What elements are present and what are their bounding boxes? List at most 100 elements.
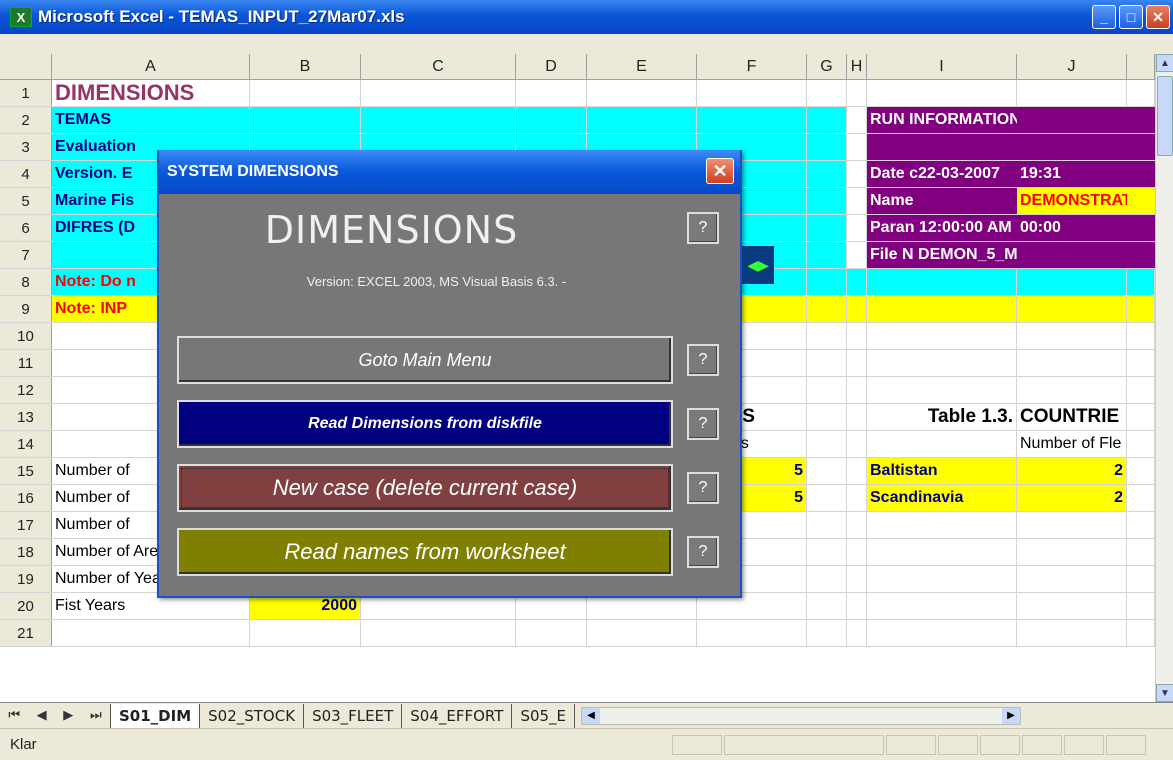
new-case-button[interactable]: New case (delete current case) — [177, 464, 673, 512]
cell[interactable]: Table 1.3. — [867, 404, 1017, 430]
scroll-down-icon[interactable]: ▼ — [1156, 684, 1173, 702]
column-header-d[interactable]: D — [516, 54, 587, 80]
cell[interactable] — [807, 80, 847, 106]
cell[interactable]: DEMONSTRATION EXAMPLE — [1017, 188, 1155, 214]
cell[interactable] — [867, 593, 1017, 619]
row-header[interactable]: 3 — [0, 134, 52, 160]
cell[interactable] — [847, 620, 867, 646]
column-header-a[interactable]: A — [52, 54, 250, 80]
column-header-e[interactable]: E — [587, 54, 697, 80]
cell[interactable]: Baltistan — [867, 458, 1017, 484]
cell[interactable] — [1017, 566, 1127, 592]
cell[interactable] — [847, 593, 867, 619]
row-header[interactable]: 6 — [0, 215, 52, 241]
row-header[interactable]: 19 — [0, 566, 52, 592]
cell[interactable]: Scandinavia — [867, 485, 1017, 511]
cell[interactable] — [587, 107, 697, 133]
cell[interactable] — [847, 512, 867, 538]
cell[interactable]: 2 — [1017, 485, 1127, 511]
cell[interactable] — [867, 377, 1017, 403]
cell[interactable]: 00:00 — [1017, 215, 1127, 241]
cell[interactable] — [1127, 593, 1155, 619]
cell[interactable] — [807, 296, 847, 322]
cell[interactable]: DIMENSIONS — [52, 80, 250, 106]
cell[interactable] — [1127, 188, 1155, 214]
goto-main-menu-button[interactable]: Goto Main Menu — [177, 336, 673, 384]
cell[interactable] — [516, 620, 587, 646]
cell[interactable] — [1017, 377, 1127, 403]
macro-arrow-icon[interactable]: ◀▶ — [742, 246, 774, 284]
cell[interactable] — [1017, 593, 1127, 619]
select-all-corner[interactable] — [0, 54, 52, 80]
row-header[interactable]: 7 — [0, 242, 52, 268]
scroll-thumb[interactable] — [1157, 76, 1173, 156]
cell[interactable] — [807, 431, 847, 457]
cell[interactable] — [1127, 431, 1155, 457]
cell[interactable] — [847, 161, 867, 187]
cell[interactable] — [847, 242, 867, 268]
cell[interactable] — [361, 620, 516, 646]
cell[interactable] — [1127, 620, 1155, 646]
cell[interactable] — [697, 620, 807, 646]
cell[interactable] — [867, 620, 1017, 646]
cell[interactable] — [1127, 566, 1155, 592]
dialog-close-button[interactable]: ✕ — [706, 158, 734, 184]
cell[interactable] — [807, 458, 847, 484]
close-button[interactable]: ✕ — [1146, 5, 1170, 29]
row-header[interactable]: 12 — [0, 377, 52, 403]
cell[interactable] — [867, 80, 1017, 106]
cell[interactable] — [847, 323, 867, 349]
cell[interactable] — [1017, 242, 1127, 268]
cell[interactable] — [697, 107, 807, 133]
cell[interactable] — [847, 431, 867, 457]
cell[interactable] — [807, 620, 847, 646]
cell[interactable] — [1017, 107, 1127, 133]
tab-s02-stock[interactable]: S02_STOCK — [200, 703, 305, 728]
cell[interactable] — [361, 107, 516, 133]
cell[interactable] — [807, 161, 847, 187]
cell[interactable] — [1127, 242, 1155, 268]
cell[interactable] — [847, 485, 867, 511]
cell[interactable] — [807, 539, 847, 565]
cell[interactable] — [1127, 350, 1155, 376]
cell[interactable] — [1127, 458, 1155, 484]
maximize-button[interactable]: □ — [1119, 5, 1143, 29]
row-header[interactable]: 8 — [0, 269, 52, 295]
cell[interactable] — [1017, 512, 1127, 538]
cell[interactable] — [250, 80, 361, 106]
row-header[interactable]: 17 — [0, 512, 52, 538]
cell[interactable] — [807, 350, 847, 376]
cell[interactable]: Date c22-03-2007 — [867, 161, 1017, 187]
cell[interactable] — [807, 188, 847, 214]
read-names-button[interactable]: Read names from worksheet — [177, 528, 673, 576]
cell[interactable] — [587, 80, 697, 106]
first-sheet-icon[interactable]: ⏮ — [8, 708, 20, 723]
next-sheet-icon[interactable]: ▶ — [63, 708, 73, 723]
cell[interactable] — [867, 539, 1017, 565]
cell[interactable] — [1017, 80, 1127, 106]
cell[interactable] — [52, 620, 250, 646]
cell[interactable] — [1017, 350, 1127, 376]
cell[interactable]: RUN INFORMATION: — [867, 107, 1026, 133]
row-header[interactable]: 11 — [0, 350, 52, 376]
cell[interactable] — [807, 485, 847, 511]
column-header-j[interactable]: J — [1017, 54, 1127, 80]
cell[interactable] — [847, 107, 867, 133]
cell[interactable] — [697, 80, 807, 106]
row-header[interactable]: 21 — [0, 620, 52, 646]
tab-s01-dim[interactable]: S01_DIM — [110, 703, 201, 728]
cell[interactable] — [1127, 404, 1155, 430]
cell[interactable] — [847, 296, 867, 322]
cell[interactable] — [847, 269, 867, 295]
help-read-dimensions-button[interactable]: ? — [687, 408, 719, 440]
cell[interactable] — [807, 566, 847, 592]
cell[interactable] — [807, 323, 847, 349]
cell[interactable] — [807, 269, 847, 295]
cell[interactable] — [847, 404, 867, 430]
cell[interactable] — [516, 80, 587, 106]
read-dimensions-button[interactable]: Read Dimensions from diskfile — [177, 400, 673, 448]
cell[interactable] — [847, 350, 867, 376]
cell[interactable] — [1017, 269, 1127, 295]
help-main-menu-button[interactable]: ? — [687, 344, 719, 376]
cell[interactable] — [361, 80, 516, 106]
